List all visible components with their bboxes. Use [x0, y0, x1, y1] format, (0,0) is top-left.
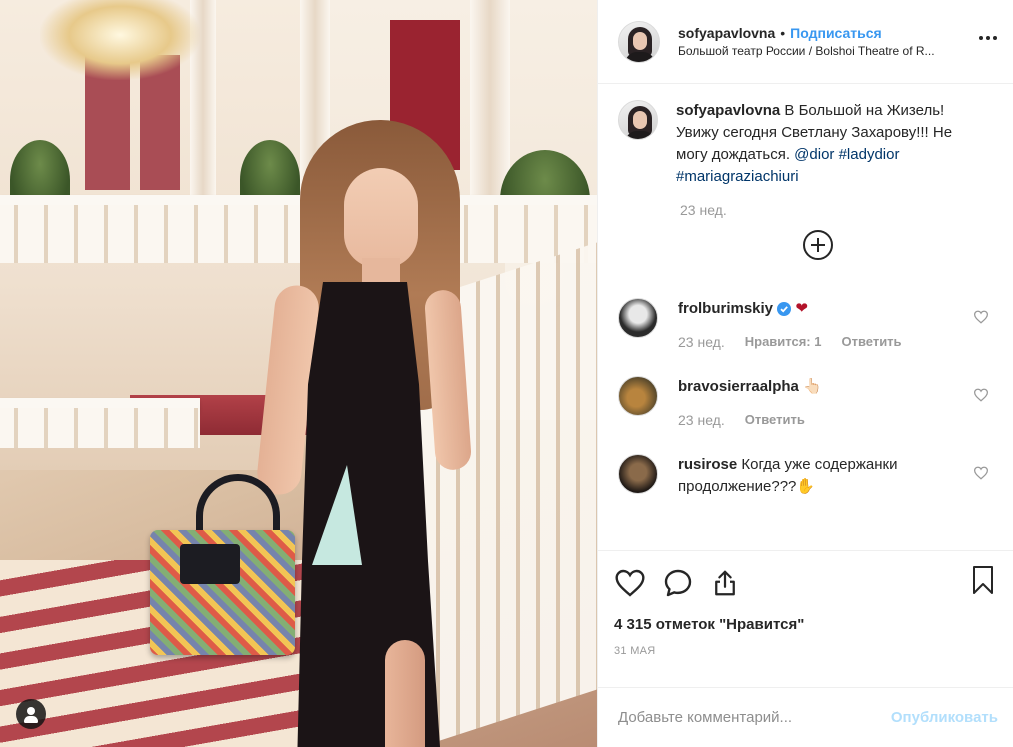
comment-icon[interactable]: [662, 567, 694, 599]
photo-balustrade: [0, 205, 597, 263]
comment-input[interactable]: [618, 709, 891, 726]
caption-tag[interactable]: #ladydior: [839, 146, 900, 163]
comment-time[interactable]: 23 нед.: [678, 412, 725, 428]
avatar[interactable]: [618, 454, 658, 494]
reply-button[interactable]: Ответить: [841, 334, 901, 350]
heart-icon[interactable]: [973, 388, 989, 402]
avatar[interactable]: [618, 298, 658, 338]
photo-face: [344, 168, 418, 268]
comment-item: frolburimskiy ❤ 23 нед. Нравится: 1 Отве…: [618, 298, 993, 350]
add-comment-bar: Опубликовать: [598, 687, 1013, 747]
comment-text: ❤: [795, 300, 808, 317]
separator: •: [780, 25, 786, 41]
post-photo[interactable]: [0, 0, 597, 747]
reply-button[interactable]: Ответить: [745, 412, 805, 428]
more-icon[interactable]: [979, 36, 997, 40]
photo-balustrade: [0, 408, 200, 448]
publish-button[interactable]: Опубликовать: [891, 709, 998, 726]
caption-username[interactable]: sofyapavlovna: [676, 102, 780, 119]
comment-likes[interactable]: Нравится: 1: [745, 334, 822, 350]
photo-bag-panel: [180, 544, 240, 584]
location-link[interactable]: Большой театр России / Bolshoi Theatre o…: [678, 44, 978, 58]
heart-icon[interactable]: [614, 568, 646, 598]
heart-icon[interactable]: [973, 310, 989, 324]
caption-tag[interactable]: @dior: [794, 146, 834, 163]
caption-tag[interactable]: #mariagraziachiuri: [676, 168, 799, 185]
photo-chandelier: [40, 0, 200, 80]
comment-item: rusirose Когда уже содержанки продолжени…: [618, 454, 993, 498]
author-username[interactable]: sofyapavlovna: [678, 25, 775, 41]
comment-username[interactable]: rusirose: [678, 456, 737, 473]
photo-leg: [385, 640, 425, 747]
heart-icon[interactable]: [973, 466, 989, 480]
likes-count[interactable]: 4 315 отметок "Нравится": [614, 616, 997, 633]
comments-list[interactable]: sofyapavlovna В Большой на Жизель! Увижу…: [598, 84, 1013, 550]
post-sidebar: sofyapavlovna • Подписаться Большой теат…: [597, 0, 1013, 747]
avatar[interactable]: [618, 100, 658, 140]
caption-text: sofyapavlovna В Большой на Жизель! Увижу…: [676, 100, 976, 188]
comment-username[interactable]: frolburimskiy: [678, 300, 773, 317]
avatar[interactable]: [618, 376, 658, 416]
comment-username[interactable]: bravosierraalpha: [678, 378, 799, 395]
follow-button[interactable]: Подписаться: [790, 25, 882, 41]
avatar[interactable]: [618, 20, 660, 63]
comment-time[interactable]: 23 нед.: [678, 334, 725, 350]
load-more-icon[interactable]: [802, 230, 833, 260]
user-tag-icon[interactable]: [16, 699, 46, 729]
post-actions: 4 315 отметок "Нравится" 31 мая: [598, 550, 1013, 660]
verified-icon: [777, 302, 792, 317]
post-header: sofyapavlovna • Подписаться Большой теат…: [598, 0, 1013, 84]
share-icon[interactable]: [710, 567, 740, 599]
post-date[interactable]: 31 мая: [614, 645, 997, 657]
comment-item: bravosierraalpha 👆🏻 23 нед. Ответить: [618, 376, 993, 428]
bookmark-icon[interactable]: [971, 565, 995, 595]
caption: sofyapavlovna В Большой на Жизель! Увижу…: [618, 100, 993, 188]
comment-text: 👆🏻: [803, 378, 822, 395]
caption-time: 23 нед.: [680, 202, 727, 218]
